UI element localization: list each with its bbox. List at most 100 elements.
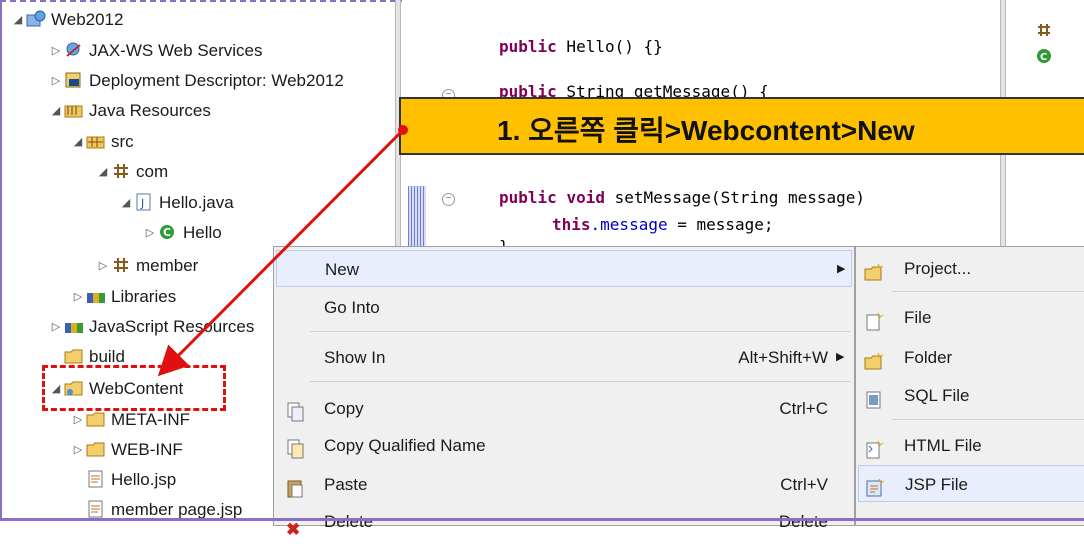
menu-item-label: Paste <box>324 475 368 494</box>
tree-item-java-resources[interactable]: ◢ Java Resources <box>48 98 211 124</box>
tree-item-label: JavaScript Resources <box>89 317 255 336</box>
tree-item-web2012[interactable]: ◢ Web2012 <box>10 7 124 33</box>
svg-text:J: J <box>140 197 144 210</box>
svg-text:C: C <box>163 226 171 239</box>
submenu-item-file[interactable]: File <box>858 299 1084 336</box>
tree-item-hello-java[interactable]: ◢ J Hello.java <box>118 190 234 216</box>
menu-item-shortcut: Alt+Shift+W <box>738 348 828 367</box>
sql-file-icon <box>864 386 884 423</box>
highlight-box <box>42 365 226 411</box>
instruction-callout: 1. 오른쪽 클릭>Webcontent>New <box>399 97 1084 155</box>
tree-item-label: src <box>111 132 134 151</box>
package-icon <box>111 256 131 274</box>
menu-item-show-in[interactable]: Show In Alt+Shift+W ▶ <box>276 339 852 376</box>
expand-twisty-icon[interactable]: ▷ <box>48 68 64 94</box>
menu-item-shortcut: Ctrl+C <box>779 399 828 418</box>
callout-text: 1. 오른쪽 클릭>Webcontent>New <box>497 115 915 146</box>
deployment-descriptor-icon <box>64 71 84 89</box>
delete-icon: ✖ <box>286 520 301 539</box>
submenu-item-jsp-file[interactable]: JSP File <box>858 465 1084 502</box>
fold-toggle-icon[interactable]: − <box>442 193 455 206</box>
class-icon: C <box>158 223 178 241</box>
menu-separator <box>310 331 850 332</box>
menu-item-shortcut: Delete <box>778 512 828 531</box>
menu-separator <box>310 381 850 382</box>
tree-item-hello-class[interactable]: ▷ C Hello <box>142 220 222 246</box>
menu-item-label: Folder <box>904 348 953 367</box>
expand-twisty-icon[interactable]: ◢ <box>70 129 86 155</box>
submenu-item-html-file[interactable]: HTML File <box>858 427 1084 464</box>
menu-item-copy-qualified-name[interactable]: Copy Qualified Name <box>276 427 852 464</box>
menu-item-label: File <box>904 308 932 327</box>
menu-item-copy[interactable]: Copy Ctrl+C <box>276 390 852 427</box>
menu-item-label: Copy Qualified Name <box>324 436 486 455</box>
menu-item-new[interactable]: New ▶ <box>276 250 852 287</box>
menu-item-shortcut: Ctrl+V <box>780 475 828 494</box>
svg-text:C: C <box>1040 52 1047 63</box>
jsp-file-icon <box>86 500 106 518</box>
menu-item-paste[interactable]: Paste Ctrl+V <box>276 466 852 503</box>
menu-item-label: Project... <box>904 259 972 278</box>
tree-item-com[interactable]: ◢ com <box>95 159 168 185</box>
java-resources-icon <box>64 101 84 119</box>
tree-item-hello-jsp[interactable]: Hello.jsp <box>86 467 176 493</box>
expand-twisty-icon[interactable]: ◢ <box>118 190 134 216</box>
expand-twisty-icon[interactable]: ▷ <box>142 220 158 246</box>
menu-item-delete[interactable]: ✖ Delete Delete <box>276 503 852 540</box>
menu-item-label: Copy <box>324 399 364 418</box>
package-icon <box>111 162 131 180</box>
jsp-file-icon <box>86 470 106 488</box>
expand-twisty-icon[interactable]: ◢ <box>10 7 26 33</box>
web-services-icon <box>64 41 84 59</box>
tree-item-label: Web2012 <box>51 10 124 29</box>
tree-item-label: JAX-WS Web Services <box>89 41 263 60</box>
tree-item-label: member <box>136 256 199 275</box>
tree-item-label: com <box>136 162 169 181</box>
package-icon <box>1036 22 1052 43</box>
submenu-item-sql-file[interactable]: SQL File <box>858 377 1084 414</box>
expand-twisty-icon[interactable]: ▷ <box>70 284 86 310</box>
web-project-icon <box>26 10 46 28</box>
expand-twisty-icon[interactable]: ▷ <box>95 253 111 279</box>
tree-item-web-inf[interactable]: ▷ WEB-INF <box>70 437 183 463</box>
submenu-item-project[interactable]: Project... <box>858 250 1084 287</box>
expand-twisty-icon[interactable]: ▷ <box>48 38 64 64</box>
java-file-icon: J <box>134 193 154 211</box>
menu-item-go-into[interactable]: Go Into <box>276 289 852 326</box>
class-icon: C <box>1036 48 1052 69</box>
menu-item-label: HTML File <box>904 436 982 455</box>
folder-icon <box>86 410 106 428</box>
expand-twisty-icon[interactable]: ◢ <box>48 98 64 124</box>
submenu-arrow-icon: ▶ <box>837 263 846 275</box>
tree-item-libraries[interactable]: ▷ Libraries <box>70 284 176 310</box>
tree-item-src[interactable]: ◢ src <box>70 129 134 155</box>
tree-item-label: Libraries <box>111 287 177 306</box>
new-submenu: Project... File Folder SQL File HTML Fil… <box>855 246 1084 526</box>
code-line: public Hello() {} <box>499 37 663 56</box>
expand-twisty-icon[interactable]: ▷ <box>48 314 64 340</box>
expand-twisty-icon[interactable]: ◢ <box>95 159 111 185</box>
submenu-arrow-icon: ▶ <box>836 351 845 363</box>
tree-item-javascript-resources[interactable]: ▷ JavaScript Resources <box>48 314 255 340</box>
submenu-item-folder[interactable]: Folder <box>858 339 1084 376</box>
tree-item-label: Hello.java <box>159 193 234 212</box>
tree-item-label: Deployment Descriptor: Web2012 <box>89 71 344 90</box>
new-project-icon <box>864 259 884 296</box>
source-folder-icon <box>86 132 106 150</box>
folder-icon <box>64 347 84 365</box>
libraries-icon <box>64 317 84 335</box>
folder-icon <box>86 440 106 458</box>
tree-item-jax-ws[interactable]: ▷ JAX-WS Web Services <box>48 38 263 64</box>
menu-item-label: New <box>325 260 360 279</box>
tree-item-member[interactable]: ▷ member <box>95 253 199 279</box>
tree-item-label: Java Resources <box>89 101 211 120</box>
menu-separator <box>892 419 1084 420</box>
code-line: public void setMessage(String message) <box>499 188 866 207</box>
jsp-file-icon <box>865 474 885 511</box>
menu-item-label: Delete <box>324 512 374 531</box>
expand-twisty-icon[interactable]: ▷ <box>70 437 86 463</box>
tree-item-deployment-descriptor[interactable]: ▷ Deployment Descriptor: Web2012 <box>48 68 344 94</box>
menu-item-label: JSP File <box>905 475 968 494</box>
menu-separator <box>892 291 1084 292</box>
menu-item-label: SQL File <box>904 386 970 405</box>
